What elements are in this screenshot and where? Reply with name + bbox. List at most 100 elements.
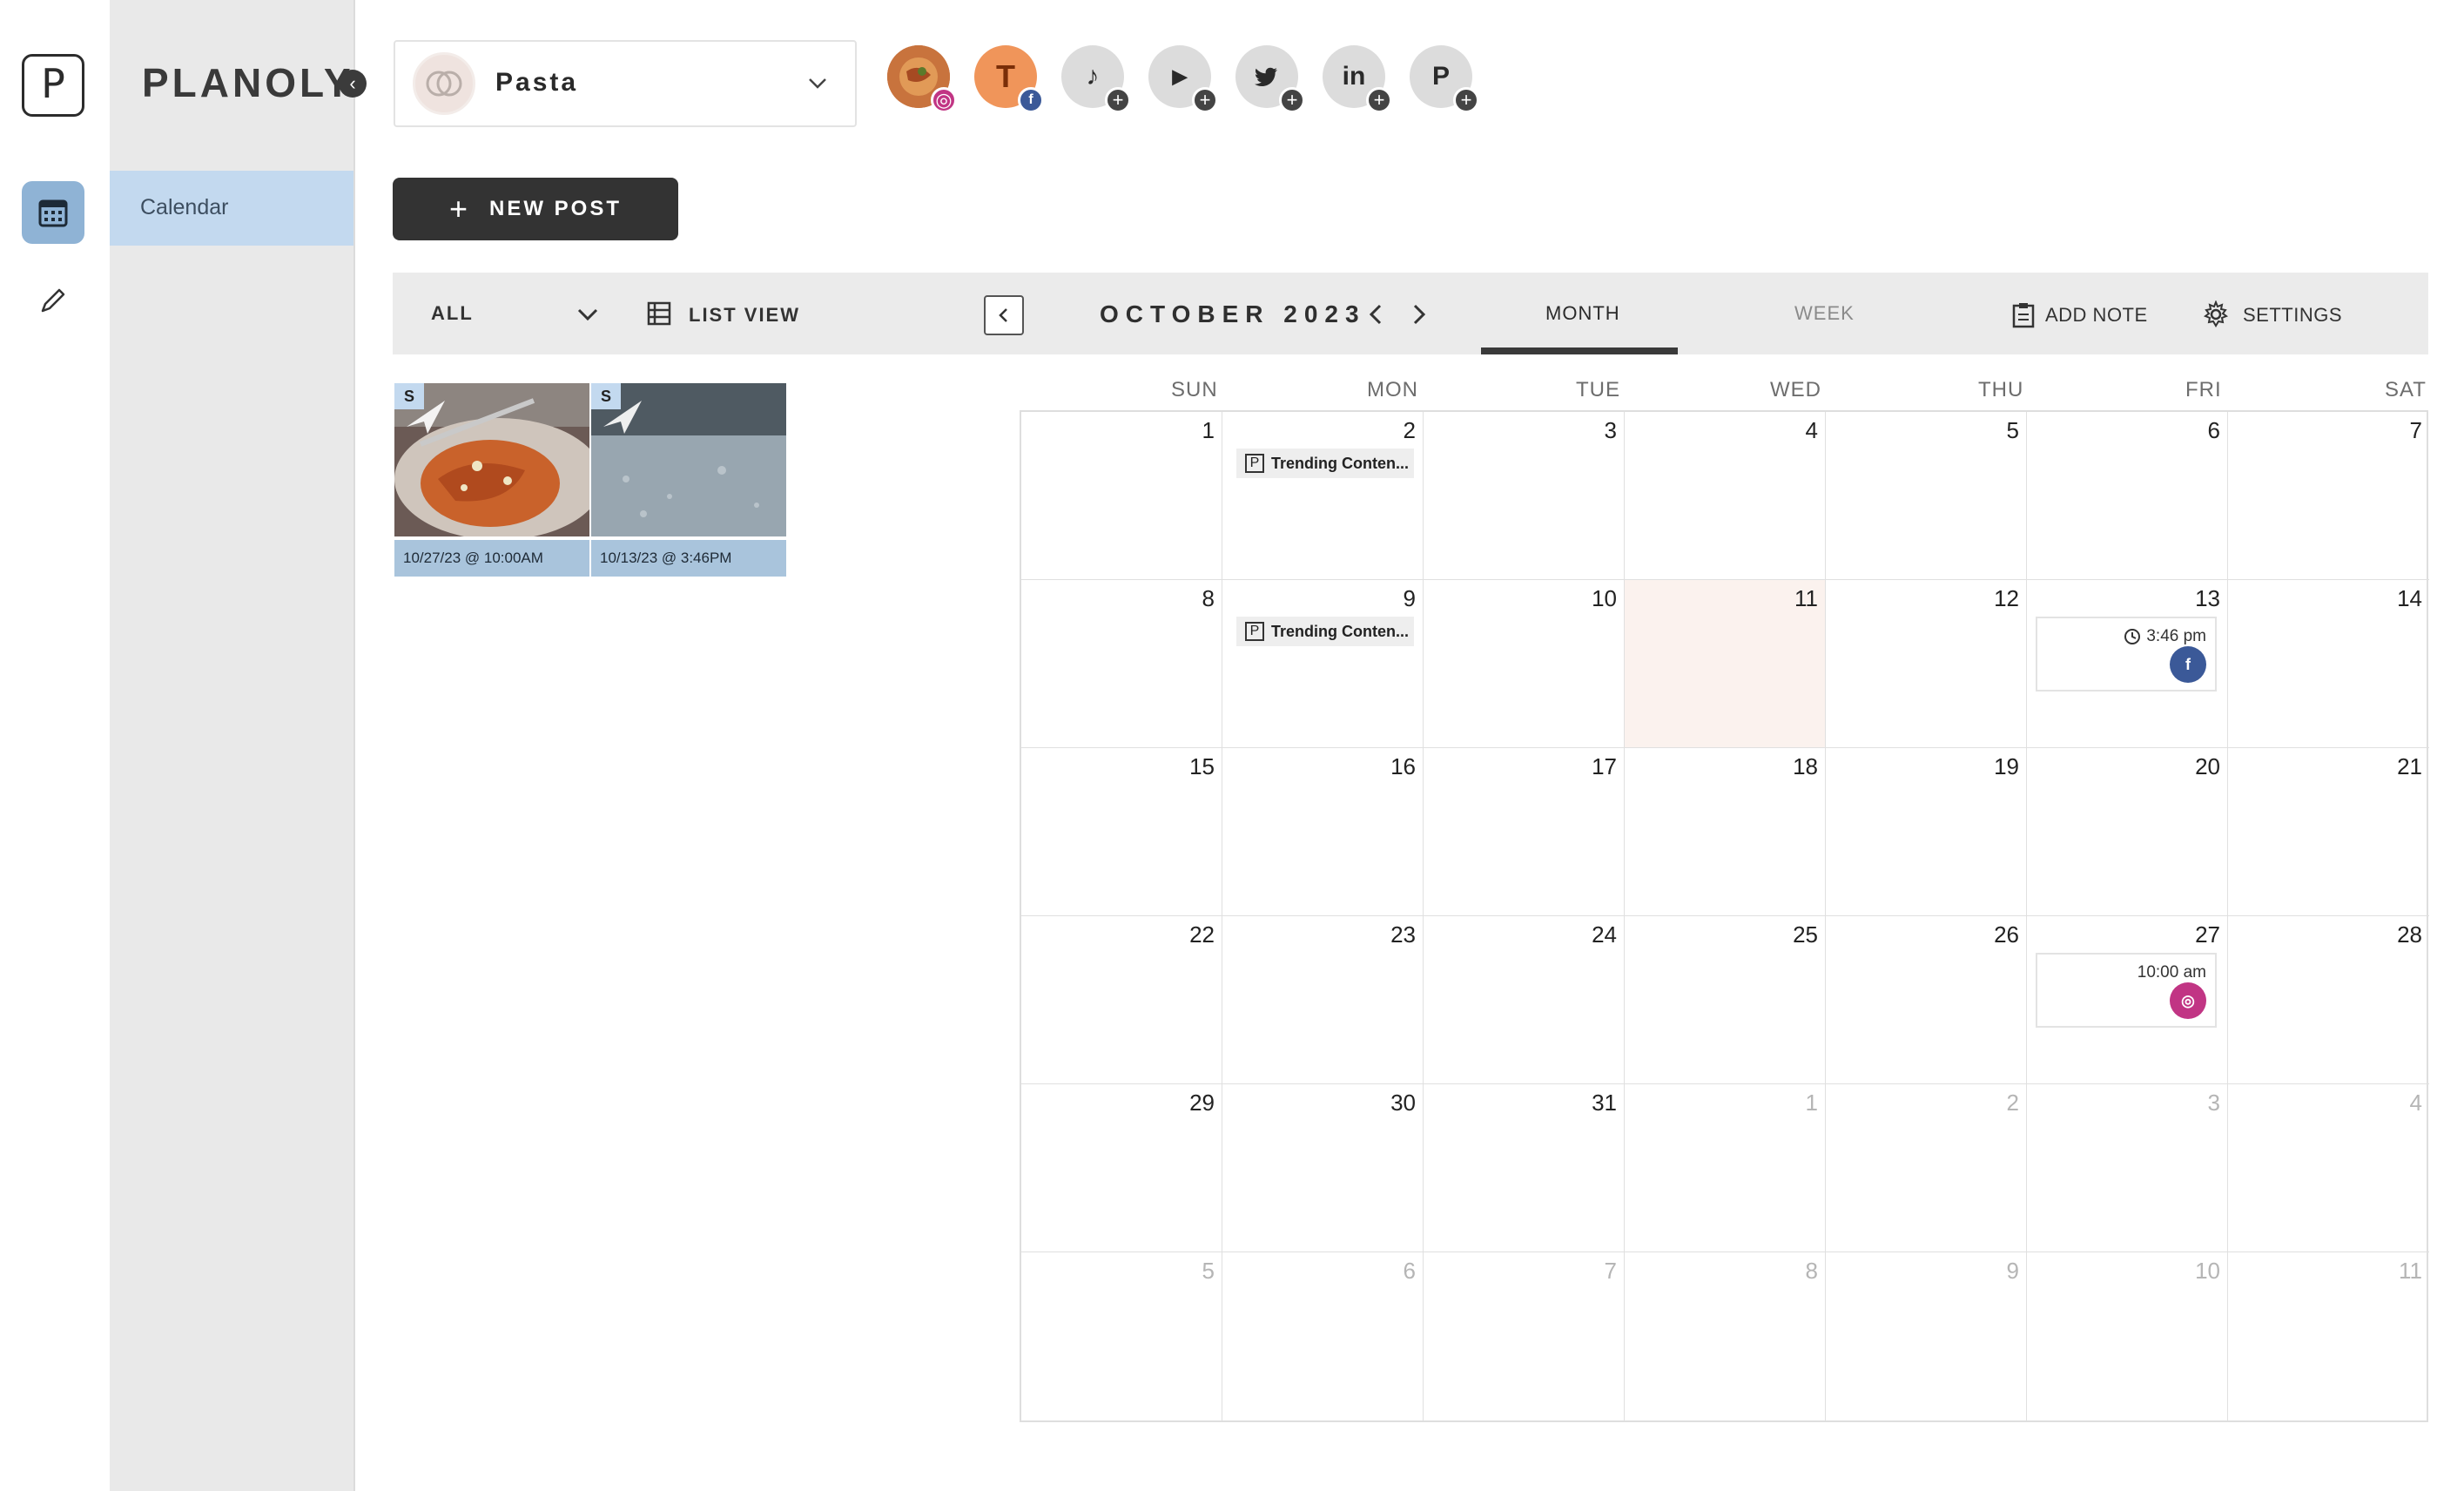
social-tiktok-add[interactable]: ♪ + xyxy=(1061,45,1131,113)
social-youtube-add[interactable]: ▶ + xyxy=(1148,45,1218,113)
day-cell[interactable]: 21 xyxy=(2228,748,2429,916)
next-month-icon[interactable] xyxy=(1408,302,1429,327)
calendar-nav-button[interactable] xyxy=(22,181,84,244)
day-cell[interactable]: 16 xyxy=(1222,748,1424,916)
day-number: 5 xyxy=(2006,417,2019,443)
social-facebook-account[interactable]: T f xyxy=(974,45,1044,113)
account-initial: T xyxy=(996,58,1015,94)
day-cell[interactable]: 26 xyxy=(1826,916,2027,1084)
day-cell[interactable]: 15 xyxy=(1021,748,1222,916)
day-number: 24 xyxy=(1592,921,1617,948)
day-cell[interactable]: 17 xyxy=(1424,748,1625,916)
tab-week[interactable]: WEEK xyxy=(1794,302,1855,325)
day-cell-next-month[interactable]: 7 xyxy=(1424,1252,1625,1420)
facebook-badge-icon: f xyxy=(1018,87,1044,113)
gear-icon xyxy=(2203,300,2229,327)
day-cell[interactable]: 18 xyxy=(1625,748,1826,916)
day-cell-next-month[interactable]: 2 xyxy=(1826,1084,2027,1252)
day-cell[interactable]: 8 xyxy=(1021,580,1222,748)
day-cell[interactable]: 30 xyxy=(1222,1084,1424,1252)
day-number: 3 xyxy=(1604,417,1617,443)
chevron-left-icon xyxy=(999,308,1007,322)
day-number: 2 xyxy=(2006,1090,2019,1116)
list-view-button[interactable]: LIST VIEW xyxy=(689,304,800,327)
day-cell[interactable]: 10 xyxy=(1424,580,1625,748)
post-time: 3:46 pm xyxy=(2124,627,2206,646)
calendar-note[interactable]: P Trending Conten... xyxy=(1236,617,1414,646)
weekday-sat: SAT xyxy=(2385,378,2427,401)
day-cell-next-month[interactable]: 3 xyxy=(2027,1084,2228,1252)
day-cell-next-month[interactable]: 10 xyxy=(2027,1252,2228,1420)
sidebar-item-calendar[interactable]: Calendar xyxy=(110,171,353,246)
tab-month[interactable]: MONTH xyxy=(1545,302,1620,325)
day-number: 11 xyxy=(2399,1258,2422,1284)
filter-select[interactable]: ALL xyxy=(431,302,474,325)
day-number: 18 xyxy=(1793,753,1818,779)
social-linkedin-add[interactable]: in + xyxy=(1323,45,1392,113)
day-cell[interactable]: 1 xyxy=(1021,412,1222,580)
day-cell[interactable]: 22 xyxy=(1021,916,1222,1084)
day-cell[interactable]: 20 xyxy=(2027,748,2228,916)
day-cell-today[interactable]: 11 xyxy=(1625,580,1826,748)
day-cell[interactable]: 4 xyxy=(1625,412,1826,580)
tiktok-icon: ♪ xyxy=(1086,62,1100,91)
day-cell-next-month[interactable]: 11 xyxy=(2228,1252,2429,1420)
day-cell-next-month[interactable]: 5 xyxy=(1021,1252,1222,1420)
list-view-icon xyxy=(647,301,671,326)
day-cell[interactable]: 25 xyxy=(1625,916,1826,1084)
new-post-button[interactable]: + NEW POST xyxy=(393,178,678,240)
scheduled-post[interactable]: 10:00 am ◎ xyxy=(2036,953,2217,1028)
day-cell[interactable]: 28 xyxy=(2228,916,2429,1084)
settings-button[interactable]: SETTINGS xyxy=(2243,304,2342,327)
day-number: 19 xyxy=(1994,753,2019,779)
day-number: 17 xyxy=(1592,753,1617,779)
weekday-wed: WED xyxy=(1770,378,1821,401)
day-cell[interactable]: 5 xyxy=(1826,412,2027,580)
calendar-note[interactable]: P Trending Conten... xyxy=(1236,449,1414,478)
day-cell[interactable]: 7 xyxy=(2228,412,2429,580)
day-number: 30 xyxy=(1390,1090,1416,1116)
prev-month-icon[interactable] xyxy=(1366,302,1387,327)
social-instagram-pasta[interactable]: ◎ xyxy=(887,45,957,113)
day-cell[interactable]: 29 xyxy=(1021,1084,1222,1252)
social-twitter-add[interactable]: + xyxy=(1235,45,1305,113)
edit-nav-button[interactable] xyxy=(33,280,73,320)
day-cell[interactable]: 3 xyxy=(1424,412,1625,580)
instagram-badge-icon: ◎ xyxy=(931,87,957,113)
chevron-down-icon[interactable] xyxy=(576,302,600,327)
day-number: 27 xyxy=(2195,921,2220,948)
day-number: 3 xyxy=(2207,1090,2220,1116)
planoly-logo[interactable]: P xyxy=(22,54,84,117)
sidebar-item-label: Calendar xyxy=(140,195,229,219)
day-cell-next-month[interactable]: 8 xyxy=(1625,1252,1826,1420)
post-time-label: 3:46 pm xyxy=(2146,627,2206,645)
day-cell[interactable]: 14 xyxy=(2228,580,2429,748)
unscheduled-post-2[interactable]: S 10/13/23 @ 3:46PM xyxy=(591,383,786,577)
day-cell-next-month[interactable]: 4 xyxy=(2228,1084,2429,1252)
day-cell[interactable]: 6 xyxy=(2027,412,2228,580)
scheduled-post[interactable]: 3:46 pm f xyxy=(2036,617,2217,692)
day-number: 9 xyxy=(1403,585,1416,611)
day-cell[interactable]: 19 xyxy=(1826,748,2027,916)
collapse-sidebar-button[interactable]: ‹ xyxy=(339,70,367,98)
day-number: 15 xyxy=(1189,753,1215,779)
day-cell[interactable]: 9 P Trending Conten... xyxy=(1222,580,1424,748)
account-selector[interactable]: Pasta xyxy=(394,40,857,127)
day-cell[interactable]: 13 3:46 pm f xyxy=(2027,580,2228,748)
day-cell[interactable]: 27 10:00 am ◎ xyxy=(2027,916,2228,1084)
day-cell[interactable]: 12 xyxy=(1826,580,2027,748)
day-cell[interactable]: 23 xyxy=(1222,916,1424,1084)
day-number: 16 xyxy=(1390,753,1416,779)
day-cell-next-month[interactable]: 9 xyxy=(1826,1252,2027,1420)
add-note-button[interactable]: ADD NOTE xyxy=(2045,304,2148,327)
collapse-panel-button[interactable] xyxy=(984,295,1024,335)
day-cell[interactable]: 2 P Trending Conten... xyxy=(1222,412,1424,580)
day-cell[interactable]: 31 xyxy=(1424,1084,1625,1252)
social-pinterest-add[interactable]: P + xyxy=(1410,45,1479,113)
unscheduled-post-1[interactable]: S 10/27/23 @ 10:00AM xyxy=(394,383,589,577)
weekday-thu: THU xyxy=(1978,378,2024,401)
day-cell[interactable]: 24 xyxy=(1424,916,1625,1084)
day-cell-next-month[interactable]: 1 xyxy=(1625,1084,1826,1252)
day-cell-next-month[interactable]: 6 xyxy=(1222,1252,1424,1420)
account-name: Pasta xyxy=(495,68,579,97)
